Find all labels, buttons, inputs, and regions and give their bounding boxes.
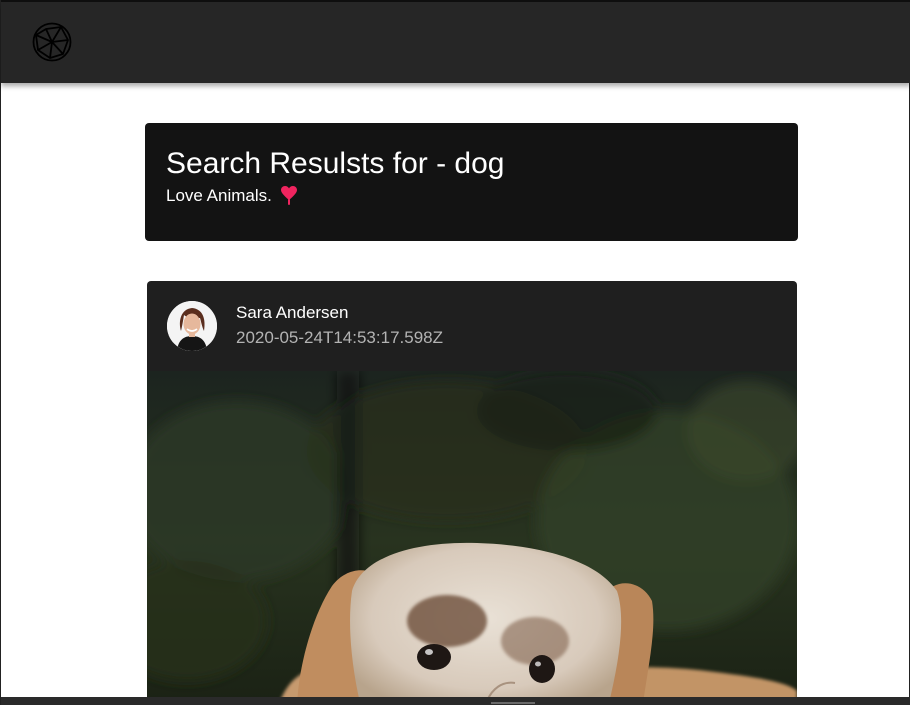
logo-globe-icon[interactable]: [30, 20, 74, 64]
heart-icon: [280, 186, 297, 206]
bottom-scrollbar-track[interactable]: [1, 697, 910, 705]
post-timestamp: 2020-05-24T14:53:17.598Z: [236, 328, 443, 347]
search-header-card: Search Resulsts for - dog Love Animals.: [145, 123, 798, 241]
navbar: [1, 2, 910, 83]
header-subtitle: Love Animals.: [166, 186, 297, 206]
subtitle-text: Love Animals.: [166, 186, 272, 205]
post-header: Sara Andersen 2020-05-24T14:53:17.598Z: [147, 281, 797, 371]
post-card: Sara Andersen 2020-05-24T14:53:17.598Z: [147, 281, 797, 705]
scrollbar-thumb[interactable]: [491, 702, 535, 704]
avatar[interactable]: [167, 301, 217, 351]
page-title: Search Resulsts for - dog: [166, 147, 505, 180]
author-name[interactable]: Sara Andersen: [236, 303, 348, 323]
post-image-dog[interactable]: [147, 371, 797, 705]
